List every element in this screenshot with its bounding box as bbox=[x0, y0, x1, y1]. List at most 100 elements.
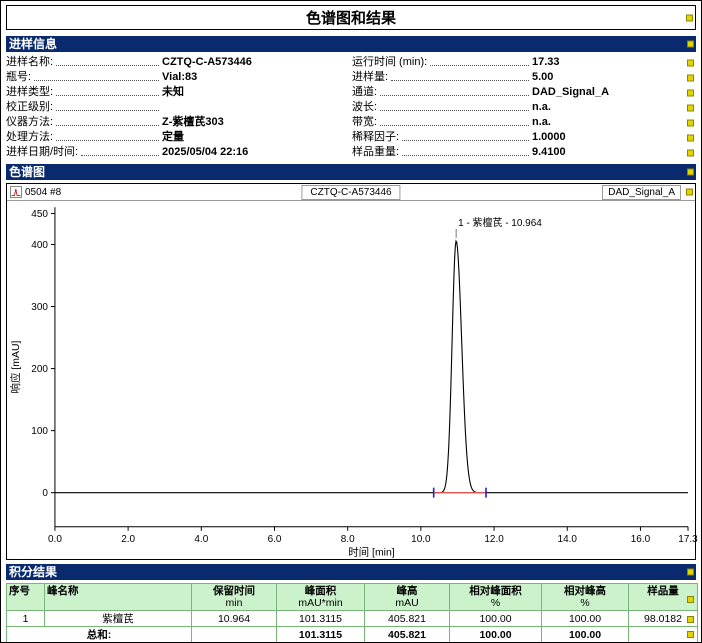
dotted-leader bbox=[402, 155, 529, 156]
selection-handle[interactable] bbox=[687, 134, 694, 141]
signal-name-label: DAD_Signal_A bbox=[602, 184, 681, 200]
svg-text:300: 300 bbox=[31, 302, 48, 313]
section-header-integration-results: 积分结果 bbox=[6, 564, 696, 580]
info-row: 进样日期/时间: 2025/05/04 22:16 样品重量: 9.4100 bbox=[6, 145, 696, 160]
svg-text:0.0: 0.0 bbox=[48, 534, 62, 545]
selection-handle[interactable] bbox=[687, 104, 694, 111]
selection-handle[interactable] bbox=[686, 188, 693, 196]
svg-text:8.0: 8.0 bbox=[341, 534, 355, 545]
table-cell: 紫檀芪 bbox=[44, 610, 192, 627]
selection-handle[interactable] bbox=[687, 119, 694, 126]
info-label: 通道: bbox=[352, 86, 378, 98]
column-header: 序号 bbox=[6, 583, 45, 611]
integration-table-wrap: 序号 峰名称 保留时间 min 峰面积 mAU*min 峰高 mAU 相对峰面积% 相… bbox=[6, 583, 698, 642]
selection-handle[interactable] bbox=[687, 59, 694, 66]
info-row: 校正级别: 波长: n.a. bbox=[6, 100, 696, 115]
selection-handle[interactable] bbox=[687, 568, 694, 576]
table-cell: 100.00 bbox=[541, 610, 629, 627]
selection-handle[interactable] bbox=[687, 74, 694, 81]
injection-info-grid: 进样名称: CZTQ-C-A573446 运行时间 (min): 17.33 瓶号:… bbox=[6, 55, 696, 160]
dotted-leader bbox=[56, 65, 159, 66]
info-label: 波长: bbox=[352, 101, 378, 113]
section-header-chromatogram: 色谱图 bbox=[6, 164, 696, 180]
info-label: 校正级别: bbox=[6, 101, 54, 113]
table-cell: 100.00 bbox=[449, 626, 542, 642]
table-header-row: 序号 峰名称 保留时间 min 峰面积 mAU*min 峰高 mAU 相对峰面积% 相… bbox=[6, 583, 698, 611]
svg-text:6.0: 6.0 bbox=[268, 534, 282, 545]
svg-text:16.0: 16.0 bbox=[631, 534, 651, 545]
info-value: 5.00 bbox=[532, 71, 554, 83]
table-total-row: 总和: 101.3115 405.821 100.00 100.00 bbox=[6, 626, 698, 642]
dotted-leader bbox=[56, 110, 159, 111]
selection-handle[interactable] bbox=[687, 616, 694, 623]
info-value: 9.4100 bbox=[532, 146, 566, 158]
info-label: 稀释因子: bbox=[352, 131, 400, 143]
info-value: 1.0000 bbox=[532, 131, 566, 143]
section-header-injection-info: 进样信息 bbox=[6, 36, 696, 52]
selection-handle[interactable] bbox=[687, 149, 694, 156]
svg-text:400: 400 bbox=[31, 240, 48, 251]
info-row: 进样名称: CZTQ-C-A573446 运行时间 (min): 17.33 bbox=[6, 55, 696, 70]
dotted-leader bbox=[402, 140, 529, 141]
table-cell bbox=[191, 626, 277, 642]
selection-handle[interactable] bbox=[687, 89, 694, 96]
sample-name-label: CZTQ-C-A573446 bbox=[301, 184, 401, 200]
table-cell: 101.3115 bbox=[276, 610, 365, 627]
info-label: 带宽: bbox=[352, 116, 378, 128]
info-value: n.a. bbox=[532, 101, 551, 113]
dotted-leader bbox=[34, 80, 159, 81]
column-header: 相对峰高% bbox=[541, 583, 629, 611]
table-cell: 101.3115 bbox=[276, 626, 365, 642]
info-row: 瓶号: Vial:83 进样量: 5.00 bbox=[6, 70, 696, 85]
info-label: 进样日期/时间: bbox=[6, 146, 79, 158]
svg-text:时间 [min]: 时间 [min] bbox=[348, 546, 395, 559]
chromatogram-panel: 0504 #8 CZTQ-C-A573446 DAD_Signal_A 0.0 2… bbox=[6, 183, 698, 560]
selection-handle[interactable] bbox=[687, 631, 694, 638]
table-cell: 405.821 bbox=[364, 626, 450, 642]
column-header: 峰名称 bbox=[44, 583, 192, 611]
column-header: 保留时间 min bbox=[191, 583, 277, 611]
selection-handle[interactable] bbox=[687, 40, 694, 48]
dotted-leader bbox=[430, 65, 529, 66]
svg-text:10.0: 10.0 bbox=[411, 534, 431, 545]
dotted-leader bbox=[391, 80, 529, 81]
total-label: 总和: bbox=[6, 626, 192, 642]
chromatogram-icon bbox=[10, 186, 22, 198]
page-title: 色谱图和结果 bbox=[305, 10, 396, 27]
selection-handle[interactable] bbox=[686, 14, 693, 21]
info-value: Vial:83 bbox=[162, 71, 198, 83]
table-cell: 100.00 bbox=[541, 626, 629, 642]
table-cell: 405.821 bbox=[364, 610, 450, 627]
dotted-leader bbox=[380, 110, 529, 111]
info-value: 17.33 bbox=[532, 56, 560, 68]
svg-text:响应 [mAU]: 响应 [mAU] bbox=[9, 340, 22, 393]
selection-handle[interactable] bbox=[687, 596, 694, 603]
info-label: 进样名称: bbox=[6, 56, 54, 68]
chromatogram-header-strip: 0504 #8 CZTQ-C-A573446 DAD_Signal_A bbox=[7, 184, 695, 201]
svg-text:2.0: 2.0 bbox=[121, 534, 135, 545]
selection-handle[interactable] bbox=[687, 168, 694, 176]
svg-text:200: 200 bbox=[31, 364, 48, 375]
info-row: 仪器方法: Z-紫檀芪303 带宽: n.a. bbox=[6, 115, 696, 130]
svg-text:14.0: 14.0 bbox=[558, 534, 578, 545]
injection-ref-label: 0504 #8 bbox=[25, 186, 62, 198]
integration-table: 序号 峰名称 保留时间 min 峰面积 mAU*min 峰高 mAU 相对峰面积% 相… bbox=[6, 583, 698, 642]
info-value: 未知 bbox=[162, 86, 184, 98]
info-label: 进样量: bbox=[352, 71, 389, 83]
report-title-bar: 色谱图和结果 bbox=[6, 5, 696, 30]
dotted-leader bbox=[56, 95, 159, 96]
info-label: 样品重量: bbox=[352, 146, 400, 158]
info-value: Z-紫檀芪303 bbox=[162, 116, 224, 128]
svg-text:12.0: 12.0 bbox=[484, 534, 504, 545]
dotted-leader bbox=[56, 140, 159, 141]
table-cell: 100.00 bbox=[449, 610, 542, 627]
report-page: 色谱图和结果 进样信息 进样名称: CZTQ-C-A573446 运行时间 (mi… bbox=[0, 0, 702, 643]
info-value: DAD_Signal_A bbox=[532, 86, 610, 98]
info-value: CZTQ-C-A573446 bbox=[162, 56, 252, 68]
table-row: 1 紫檀芪 10.964 101.3115 405.821 100.00 100… bbox=[6, 610, 698, 627]
column-header: 峰面积 mAU*min bbox=[276, 583, 365, 611]
section-title: 积分结果 bbox=[9, 565, 58, 579]
info-label: 运行时间 (min): bbox=[352, 56, 428, 68]
info-row: 进样类型: 未知 通道: DAD_Signal_A bbox=[6, 85, 696, 100]
svg-text:0: 0 bbox=[42, 488, 48, 499]
